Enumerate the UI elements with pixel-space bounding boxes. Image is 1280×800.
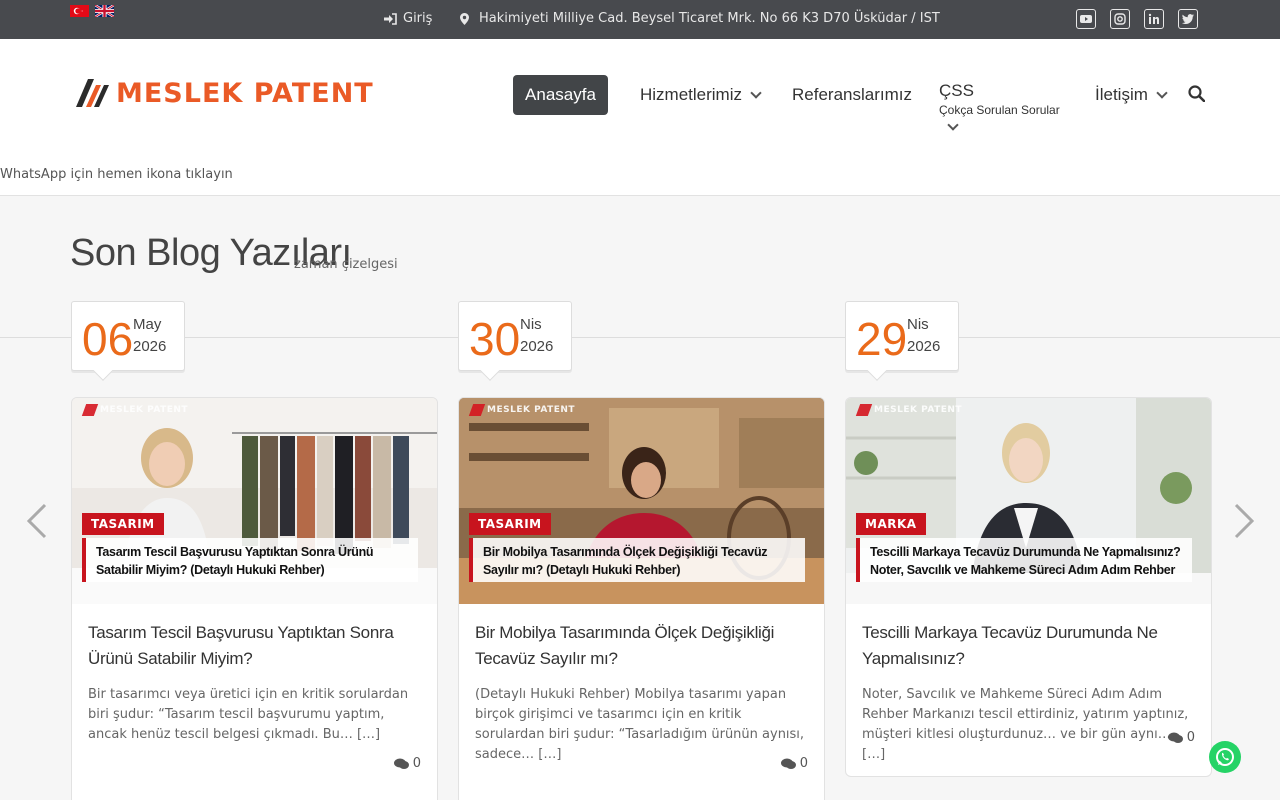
nav-faq-sublabel: Çokça Sorulan Sorular [939,103,1060,117]
nav-faq-label: ÇSS [939,81,974,100]
login-label: Giriş [403,11,433,26]
social-links [1076,9,1198,29]
category-badge[interactable]: TASARIM [469,513,551,535]
post-title[interactable]: Tasarım Tescil Başvurusu Yaptıktan Sonra… [88,620,422,671]
image-watermark-logo: MESLEK PATENT [81,404,189,416]
blog-post-card[interactable]: MESLEK PATENT TASARIM Bir Mobilya Tasarı… [458,397,825,800]
comment-count[interactable]: 0 [393,756,421,771]
post-excerpt: Bir tasarımcı veya üretici için en kriti… [88,687,409,743]
image-banner-title: Bir Mobilya Tasarımında Ölçek Değişikliğ… [469,538,805,582]
sign-in-icon [384,12,397,25]
image-watermark-logo: MESLEK PATENT [855,404,963,416]
nav-home-label: Anasayfa [525,85,596,104]
nav-item-references[interactable]: Referanslarımız [792,85,912,105]
chevron-down-icon [750,87,762,99]
comments-icon [780,758,796,769]
post-thumbnail[interactable]: MESLEK PATENT MARKA Tescilli Markaya Tec… [846,398,1211,604]
post-excerpt: (Detaylı Hukuki Rehber) Mobilya tasarımı… [475,687,805,763]
turkish-flag-icon[interactable] [70,5,89,17]
language-switcher [70,5,114,17]
comments-icon [393,758,409,769]
comment-count-value: 0 [412,756,421,771]
category-badge[interactable]: MARKA [856,513,926,535]
search-button[interactable] [1188,85,1205,102]
nav-item-faq[interactable]: ÇSS Çokça Sorulan Sorular [939,81,1060,131]
instagram-icon[interactable] [1110,9,1130,29]
english-flag-icon[interactable] [95,5,114,17]
comment-count-value: 0 [799,756,808,771]
main-navigation: Anasayfa Hizmetlerimiz Referanslarımız Ç… [0,75,1280,135]
post-date-month: Nis [907,316,929,333]
chevron-down-icon [1156,87,1168,99]
card-body: Tescilli Markaya Tecavüz Durumunda Ne Ya… [846,604,1211,766]
image-watermark-logo: MESLEK PATENT [468,404,576,416]
post-title[interactable]: Tescilli Markaya Tecavüz Durumunda Ne Ya… [862,620,1196,671]
site-header: MESLEK PATENT Anasayfa Hizmetlerimiz Ref… [0,39,1280,196]
company-address: Hakimiyeti Milliye Cad. Beysel Ticaret M… [460,11,940,26]
brand-mark-icon [855,404,873,416]
nav-item-services[interactable]: Hizmetlerimiz [640,85,762,105]
image-banner-title: Tescilli Markaya Tecavüz Durumunda Ne Ya… [856,538,1192,582]
card-body: Tasarım Tescil Başvurusu Yaptıktan Sonra… [72,604,437,745]
brand-mark-icon [81,404,99,416]
image-watermark-text: MESLEK PATENT [487,405,576,415]
timeline-line [0,337,1280,338]
linkedin-icon[interactable] [1144,9,1164,29]
image-banner-title: Tasarım Tescil Başvurusu Yaptıktan Sonra… [82,538,418,582]
carousel-prev-button[interactable] [25,503,49,539]
chevron-left-icon [26,503,47,539]
category-badge[interactable]: TASARIM [82,513,164,535]
nav-services-label: Hizmetlerimiz [640,85,742,104]
card-body: Bir Mobilya Tasarımında Ölçek Değişikliğ… [459,604,824,766]
login-link[interactable]: Giriş [384,11,432,26]
youtube-icon[interactable] [1076,9,1096,29]
nav-contact-label: İletişim [1095,85,1148,104]
chevron-right-icon [1234,503,1255,539]
chevron-down-icon [947,119,959,131]
nav-item-contact[interactable]: İletişim [1095,85,1168,105]
search-icon [1188,85,1205,102]
top-bar: Giriş Hakimiyeti Milliye Cad. Beysel Tic… [0,0,1280,39]
carousel-next-button[interactable] [1232,503,1256,539]
post-date-month: Nis [520,316,542,333]
blog-post-card[interactable]: MESLEK PATENT MARKA Tescilli Markaya Tec… [845,397,1212,777]
whatsapp-note: WhatsApp için hemen ikona tıklayın [0,167,233,182]
post-date-day: 30 [469,313,521,365]
whatsapp-icon [1216,748,1234,766]
post-date-day: 06 [82,313,134,365]
address-text: Hakimiyeti Milliye Cad. Beysel Ticaret M… [479,11,940,26]
comments-icon [1167,732,1183,743]
post-thumbnail[interactable]: MESLEK PATENT TASARIM Bir Mobilya Tasarı… [459,398,824,604]
whatsapp-button[interactable] [1209,741,1241,773]
post-date: 30 Nis 2026 [458,301,572,381]
blog-post-card[interactable]: MESLEK PATENT TASARIM Tasarım Tescil Baş… [71,397,438,800]
comment-count[interactable]: 0 [1167,730,1195,745]
image-watermark-text: MESLEK PATENT [100,405,189,415]
image-watermark-text: MESLEK PATENT [874,405,963,415]
brand-mark-icon [468,404,486,416]
post-date-year: 2026 [907,338,941,355]
post-date-month: May [133,316,162,333]
post-title[interactable]: Bir Mobilya Tasarımında Ölçek Değişikliğ… [475,620,809,671]
map-marker-icon [460,12,469,25]
post-thumbnail[interactable]: MESLEK PATENT TASARIM Tasarım Tescil Baş… [72,398,437,604]
post-date-day: 29 [856,313,908,365]
comment-count[interactable]: 0 [780,756,808,771]
post-date-year: 2026 [520,338,554,355]
post-excerpt: Noter, Savcılık ve Mahkeme Süreci Adım A… [862,687,1189,763]
section-subtitle: zaman çizelgesi [294,257,398,272]
post-date: 06 May 2026 [71,301,185,381]
twitter-icon[interactable] [1178,9,1198,29]
nav-references-label: Referanslarımız [792,85,912,104]
post-date: 29 Nis 2026 [845,301,959,381]
nav-item-home[interactable]: Anasayfa [513,75,608,115]
comment-count-value: 0 [1186,730,1195,745]
post-date-year: 2026 [133,338,167,355]
